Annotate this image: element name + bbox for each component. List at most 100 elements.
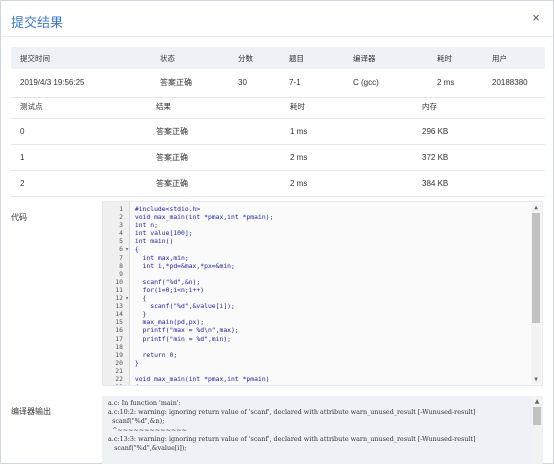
line-number: 17 — [115, 334, 123, 343]
code-line: 22 void max_main(int *pmax,int *pmain) — [103, 375, 528, 383]
code-text: scanf("%d",&value[i]); — [131, 302, 235, 311]
code-line: 18 — [103, 343, 528, 351]
duration-value: 2 ms — [428, 69, 483, 98]
case-result: 答案正确 — [147, 170, 281, 197]
line-number: 19 — [115, 350, 123, 359]
line-number: 4 — [119, 229, 123, 238]
code-line: 12 ▾ { — [103, 294, 528, 302]
fold-toggle-icon[interactable]: ▾ — [123, 294, 131, 302]
code-line: 4 int value[100]; — [103, 229, 528, 237]
compiler-output[interactable]: a.c: In function 'main': a.c:10:2: warnin… — [102, 396, 543, 464]
line-number: 6 — [119, 245, 123, 254]
compiler-output-line: scanf("%d",&value[i]); — [108, 444, 187, 452]
line-number: 22 — [115, 374, 123, 383]
fold-toggle-icon[interactable]: ▾ — [123, 245, 131, 253]
line-number: 1 — [119, 205, 123, 213]
code-line: 16 printf("max = %d\n",max); — [103, 326, 528, 334]
compiler-output-line: scanf("%d",&n); — [108, 417, 165, 425]
code-text: void max_main(int *pmax,int *pmain) — [131, 374, 270, 383]
code-text: int n; — [131, 221, 158, 230]
header-score: 分数 — [229, 47, 280, 69]
submission-table: 提交时间 状态 分数 题目 编译器 耗时 用户 2019/4/3 19:56:2… — [11, 47, 545, 98]
line-number: 5 — [119, 237, 123, 246]
code-line: 20 } — [103, 359, 528, 367]
code-viewer[interactable]: 1 #include<stdio.h> 2 void max_main(int *… — [102, 201, 543, 386]
code-text: { — [131, 245, 139, 254]
table-row: 2 答案正确 2 ms 384 KB — [11, 170, 545, 197]
header-memory: 内存 — [413, 96, 545, 119]
compiler-output-line: a.c:10:2: warning: ignoring return value… — [108, 408, 476, 416]
code-text: return 0; — [131, 350, 178, 359]
scroll-up-icon[interactable]: ▲ — [532, 397, 542, 406]
code-text: } — [131, 358, 139, 367]
compiler-output-label: 编译器输出 — [11, 407, 51, 416]
code-line: 11 for(i=0;i<n;i++) — [103, 286, 528, 294]
code-line: 9 — [103, 270, 528, 278]
line-number: 7 — [119, 253, 123, 262]
compiler-output-line: a.c: In function 'main': — [108, 399, 181, 407]
line-number: 15 — [115, 318, 123, 327]
code-text: max_main(pd,px); — [131, 318, 205, 327]
case-time: 1 ms — [281, 118, 413, 145]
line-number: 23 — [103, 383, 123, 385]
code-line: 15 max_main(pd,px); — [103, 318, 528, 326]
code-text: { — [131, 383, 139, 385]
scroll-thumb[interactable] — [532, 213, 540, 323]
scroll-up-icon[interactable]: ▲ — [531, 203, 541, 212]
code-text: #include<stdio.h> — [131, 205, 201, 213]
code-line: 13 scanf("%d",&value[i]); — [103, 302, 528, 310]
user-value: 20188380 — [483, 69, 545, 98]
submission-row: 2019/4/3 19:56:25 答案正确 30 7-1 C (gcc) 2 … — [11, 69, 545, 98]
test-case-table: 测试点 结果 耗时 内存 0 答案正确 1 ms 296 KB 1 答案正确 2… — [11, 96, 545, 197]
code-line: 6 ▾ { — [103, 245, 528, 253]
line-number: 13 — [115, 302, 123, 311]
scroll-down-icon[interactable]: ▼ — [531, 375, 541, 384]
code-line: 3 int n; — [103, 221, 528, 229]
compiler-scrollbar[interactable]: ▲ — [532, 397, 542, 463]
line-number: 2 — [119, 213, 123, 222]
code-line: 14 } — [103, 310, 528, 318]
header-status: 状态 — [151, 47, 229, 69]
code-line: 21 — [103, 367, 528, 375]
table-row: 1 答案正确 2 ms 372 KB — [11, 144, 545, 171]
compiler-value: C (gcc) — [344, 69, 428, 98]
line-number: 21 — [115, 366, 123, 375]
header-user: 用户 — [483, 47, 545, 69]
compiler-output-lines: a.c: In function 'main': a.c:10:2: warnin… — [108, 399, 529, 453]
submission-header-row: 提交时间 状态 分数 题目 编译器 耗时 用户 — [11, 47, 545, 69]
case-result: 答案正确 — [147, 144, 281, 171]
line-number: 18 — [115, 342, 123, 351]
header-test-point: 测试点 — [11, 96, 147, 119]
compiler-output-line: a.c:13:3: warning: ignoring return value… — [108, 435, 476, 443]
line-number: 16 — [115, 326, 123, 335]
header-compiler: 编译器 — [344, 47, 428, 69]
line-number: 11 — [115, 285, 123, 294]
case-id: 1 — [11, 144, 147, 171]
submit-time: 2019/4/3 19:56:25 — [11, 69, 151, 98]
compiler-output-line: ^~~~~~~~~~~~~~ — [108, 426, 188, 434]
code-line: 5 int main() — [103, 237, 528, 245]
code-text: scanf("%d",&n); — [131, 277, 201, 286]
case-id: 2 — [11, 170, 147, 197]
close-icon[interactable]: × — [529, 11, 543, 25]
code-text: int max,min; — [131, 253, 189, 262]
line-number: 10 — [115, 277, 123, 286]
fold-toggle-icon[interactable]: ▾ — [123, 383, 131, 385]
code-text: void max_main(int *pmax,int *pmain); — [131, 213, 274, 222]
line-number: 20 — [115, 358, 123, 367]
code-scrollbar[interactable]: ▲ ▼ — [531, 203, 541, 384]
table-row: 0 答案正确 1 ms 296 KB — [11, 118, 545, 145]
scroll-thumb[interactable] — [533, 407, 541, 425]
code-line: 7 int max,min; — [103, 254, 528, 262]
code-line: 19 return 0; — [103, 351, 528, 359]
header-submit-time: 提交时间 — [11, 47, 151, 69]
status-badge: 答案正确 — [151, 69, 229, 98]
case-memory: 384 KB — [413, 170, 545, 197]
problem-link[interactable]: 7-1 — [280, 69, 344, 98]
score-value: 30 — [229, 69, 280, 98]
code-text: for(i=0;i<n;i++) — [131, 285, 205, 294]
case-id: 0 — [11, 118, 147, 145]
modal-header: 提交结果 × — [1, 1, 553, 37]
case-time: 2 ms — [281, 144, 413, 171]
